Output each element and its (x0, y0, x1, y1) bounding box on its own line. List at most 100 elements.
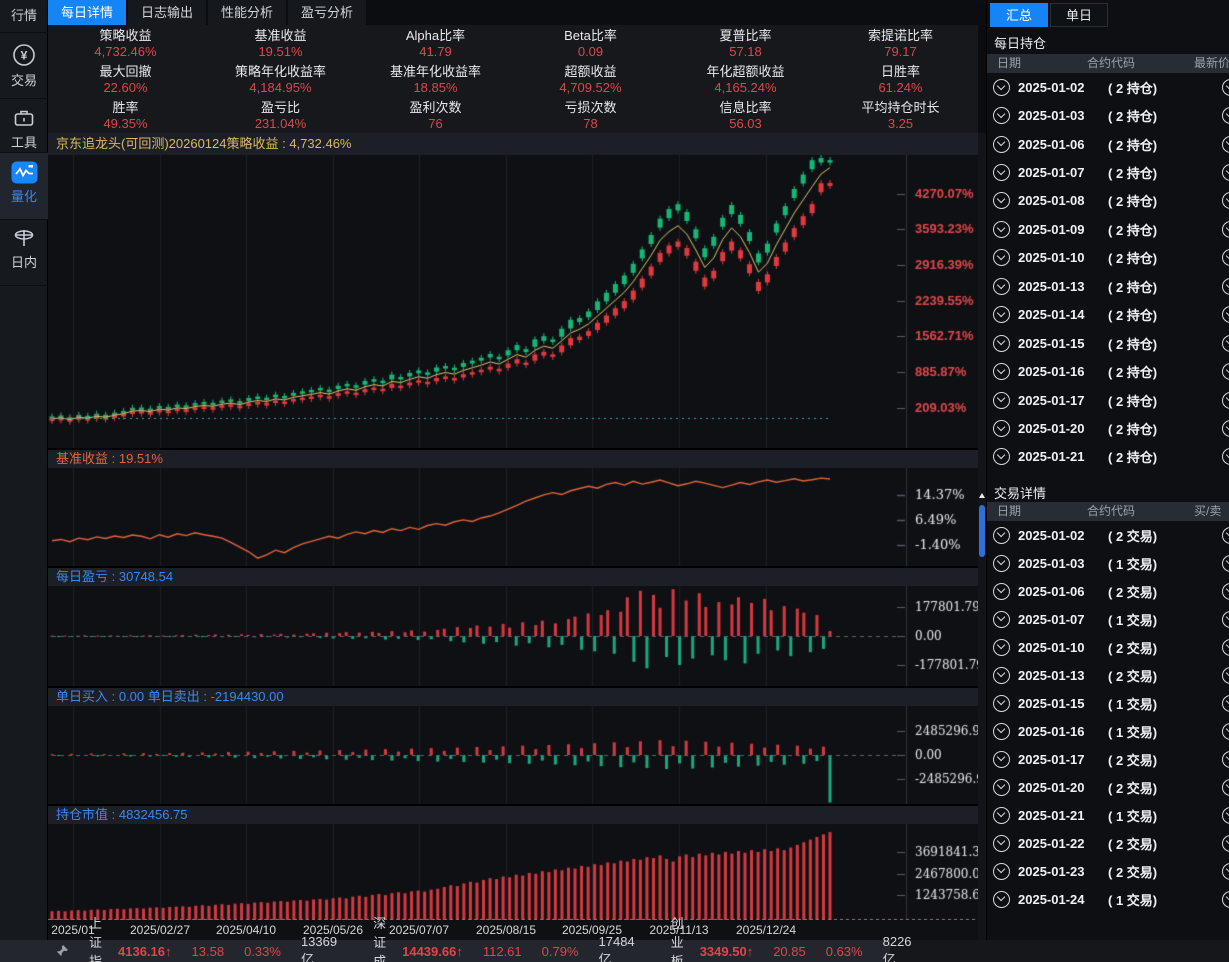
chevron-down-icon[interactable] (993, 278, 1010, 295)
holdings-row[interactable]: 2025-01-10( 2 持仓) (987, 244, 1229, 272)
trades-row[interactable]: 2025-01-10( 2 交易) (987, 633, 1229, 661)
chevron-down-icon[interactable] (1222, 192, 1229, 209)
chevron-down-icon[interactable] (993, 891, 1010, 908)
chevron-down-icon[interactable] (993, 583, 1010, 600)
trades-row[interactable]: 2025-01-02( 2 交易) (987, 521, 1229, 549)
chevron-down-icon[interactable] (1222, 611, 1229, 628)
holdings-row[interactable]: 2025-01-16( 2 持仓) (987, 357, 1229, 385)
trades-row[interactable]: 2025-01-24( 1 交易) (987, 885, 1229, 913)
daily-pnl-bar-chart[interactable] (48, 586, 978, 686)
holdings-row[interactable]: 2025-01-15( 2 持仓) (987, 329, 1229, 357)
index-quote-创业板指[interactable]: 创业板指3349.50↑20.850.63%8226亿 (651, 913, 912, 962)
chevron-down-icon[interactable] (993, 392, 1010, 409)
chevron-down-icon[interactable] (1222, 136, 1229, 153)
tab-每日详情[interactable]: 每日详情 (48, 0, 126, 25)
holdings-row[interactable]: 2025-01-02( 2 持仓) (987, 73, 1229, 101)
index-quote-深证成指[interactable]: 深证成指14439.66↑112.610.79%17484亿 (353, 913, 635, 962)
chevron-down-icon[interactable] (1222, 107, 1229, 124)
sidebar-item-quotes[interactable]: 行情 (0, 5, 48, 24)
holdings-row[interactable]: 2025-01-20( 2 持仓) (987, 414, 1229, 442)
chevron-down-icon[interactable] (1222, 448, 1229, 465)
tab-summary[interactable]: 汇总 (990, 3, 1048, 27)
chevron-down-icon[interactable] (1222, 583, 1229, 600)
chevron-down-icon[interactable] (1222, 306, 1229, 323)
holdings-row[interactable]: 2025-01-06( 2 持仓) (987, 130, 1229, 158)
chevron-down-icon[interactable] (993, 448, 1010, 465)
chevron-down-icon[interactable] (993, 306, 1010, 323)
chevron-down-icon[interactable] (993, 164, 1010, 181)
chevron-down-icon[interactable] (993, 136, 1010, 153)
chevron-down-icon[interactable] (1222, 392, 1229, 409)
holdings-row[interactable]: 2025-01-17( 2 持仓) (987, 386, 1229, 414)
chevron-down-icon[interactable] (1222, 667, 1229, 684)
trades-row[interactable]: 2025-01-15( 1 交易) (987, 689, 1229, 717)
sidebar-item-trade[interactable]: ¥ 交易 (0, 42, 48, 89)
tab-日志输出[interactable]: 日志输出 (128, 0, 206, 25)
chevron-down-icon[interactable] (1222, 363, 1229, 380)
chevron-down-icon[interactable] (1222, 835, 1229, 852)
tab-single-day[interactable]: 单日 (1050, 3, 1108, 27)
chevron-down-icon[interactable] (993, 751, 1010, 768)
chevron-down-icon[interactable] (1222, 751, 1229, 768)
chevron-down-icon[interactable] (993, 611, 1010, 628)
chevron-down-icon[interactable] (993, 527, 1010, 544)
chevron-down-icon[interactable] (1222, 779, 1229, 796)
chevron-down-icon[interactable] (993, 420, 1010, 437)
chevron-down-icon[interactable] (1222, 891, 1229, 908)
tab-性能分析[interactable]: 性能分析 (208, 0, 286, 25)
chevron-down-icon[interactable] (1222, 695, 1229, 712)
chevron-down-icon[interactable] (993, 221, 1010, 238)
chevron-down-icon[interactable] (993, 723, 1010, 740)
chevron-down-icon[interactable] (993, 779, 1010, 796)
chevron-down-icon[interactable] (1222, 79, 1229, 96)
trades-row[interactable]: 2025-01-16( 1 交易) (987, 717, 1229, 745)
chevron-down-icon[interactable] (1222, 335, 1229, 352)
chevron-down-icon[interactable] (993, 639, 1010, 656)
chevron-down-icon[interactable] (1222, 164, 1229, 181)
holdings-row[interactable]: 2025-01-09( 2 持仓) (987, 215, 1229, 243)
sidebar-item-quant[interactable]: 量化 (0, 161, 48, 205)
sidebar-item-intraday[interactable]: 日内 (0, 226, 48, 271)
chevron-down-icon[interactable] (993, 835, 1010, 852)
sidebar-item-tools[interactable]: 工具 (0, 106, 48, 151)
chevron-down-icon[interactable] (1222, 639, 1229, 656)
trades-row[interactable]: 2025-01-06( 2 交易) (987, 577, 1229, 605)
trades-row[interactable]: 2025-01-20( 2 交易) (987, 773, 1229, 801)
chevron-down-icon[interactable] (1222, 221, 1229, 238)
trades-row[interactable]: 2025-01-22( 2 交易) (987, 829, 1229, 857)
chevron-down-icon[interactable] (1222, 278, 1229, 295)
trades-row[interactable]: 2025-01-21( 1 交易) (987, 801, 1229, 829)
chevron-down-icon[interactable] (993, 363, 1010, 380)
chevron-down-icon[interactable] (1222, 863, 1229, 880)
trades-row[interactable]: 2025-01-03( 1 交易) (987, 549, 1229, 577)
chevron-down-icon[interactable] (993, 863, 1010, 880)
holdings-row[interactable]: 2025-01-08( 2 持仓) (987, 187, 1229, 215)
chevron-down-icon[interactable] (1222, 249, 1229, 266)
market-value-bar-chart[interactable] (48, 824, 978, 920)
chevron-down-icon[interactable] (993, 79, 1010, 96)
trades-row[interactable]: 2025-01-07( 1 交易) (987, 605, 1229, 633)
chevron-down-icon[interactable] (993, 667, 1010, 684)
holdings-row[interactable]: 2025-01-13( 2 持仓) (987, 272, 1229, 300)
chevron-down-icon[interactable] (993, 695, 1010, 712)
chevron-down-icon[interactable] (993, 807, 1010, 824)
chevron-down-icon[interactable] (1222, 555, 1229, 572)
scrollbar-arrow-icon[interactable] (979, 493, 985, 498)
chevron-down-icon[interactable] (993, 335, 1010, 352)
chevron-down-icon[interactable] (993, 107, 1010, 124)
trades-row[interactable]: 2025-01-23( 2 交易) (987, 857, 1229, 885)
holdings-row[interactable]: 2025-01-21( 2 持仓) (987, 443, 1229, 471)
index-quote-上证指数[interactable]: 上证指数4136.16↑13.580.33%13369亿 (69, 913, 337, 962)
strategy-candlestick-chart[interactable] (48, 155, 978, 448)
buy-sell-bar-chart[interactable] (48, 706, 978, 804)
chevron-down-icon[interactable] (1222, 527, 1229, 544)
holdings-row[interactable]: 2025-01-03( 2 持仓) (987, 101, 1229, 129)
holdings-row[interactable]: 2025-01-14( 2 持仓) (987, 301, 1229, 329)
chevron-down-icon[interactable] (993, 249, 1010, 266)
tab-盈亏分析[interactable]: 盈亏分析 (288, 0, 366, 25)
chevron-down-icon[interactable] (993, 192, 1010, 209)
pin-icon[interactable] (54, 944, 69, 959)
trades-row[interactable]: 2025-01-13( 2 交易) (987, 661, 1229, 689)
chevron-down-icon[interactable] (1222, 723, 1229, 740)
trades-row[interactable]: 2025-01-17( 2 交易) (987, 745, 1229, 773)
